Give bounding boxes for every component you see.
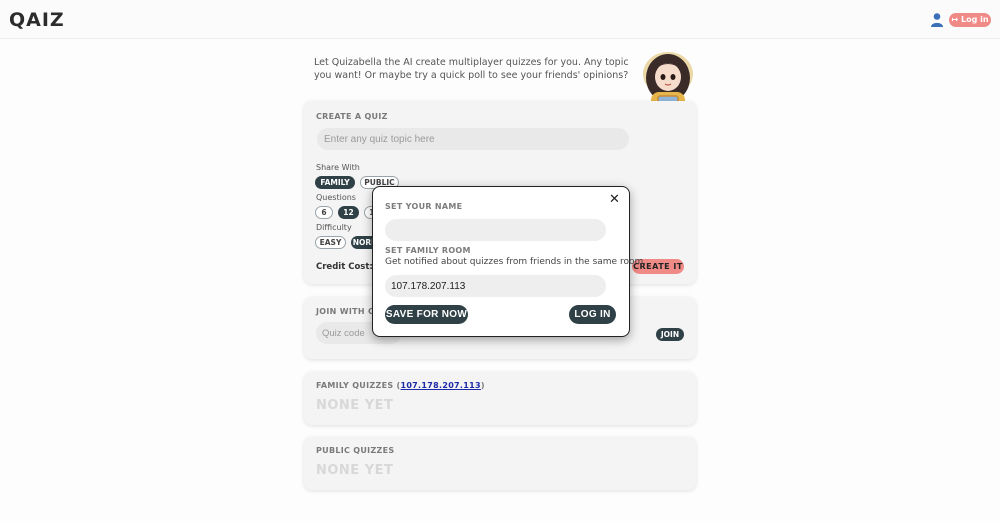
family-quizzes-card: FAMILY QUIZZES (107.178.207.113) NONE YE… <box>304 372 696 425</box>
app-logo[interactable]: QAIZ <box>9 9 65 31</box>
intro-text: Let Quizabella the AI create multiplayer… <box>314 57 629 81</box>
name-input[interactable] <box>385 219 606 241</box>
family-room-link[interactable]: 107.178.207.113 <box>400 381 480 390</box>
close-icon[interactable]: ✕ <box>609 192 620 207</box>
create-quiz-title: CREATE A QUIZ <box>316 112 388 121</box>
questions-label: Questions <box>316 193 356 202</box>
join-button[interactable]: JOIN <box>656 328 684 341</box>
questions-6-option[interactable]: 6 <box>315 206 333 219</box>
difficulty-easy-option[interactable]: EASY <box>315 236 346 249</box>
modal-login-button[interactable]: LOG IN <box>569 305 616 324</box>
set-name-title: SET YOUR NAME <box>385 202 463 211</box>
header-login-button[interactable]: ↦ Log in <box>949 13 991 27</box>
difficulty-label: Difficulty <box>316 223 352 232</box>
top-bar: QAIZ ↦ Log in <box>0 0 1000 39</box>
share-family-option[interactable]: FAMILY <box>315 176 355 189</box>
share-with-label: Share With <box>316 163 360 172</box>
public-quizzes-card: PUBLIC QUIZZES NONE YET <box>304 437 696 490</box>
family-quizzes-title-suffix: ) <box>480 381 485 390</box>
quiz-topic-input[interactable] <box>317 128 629 150</box>
save-for-now-button[interactable]: SAVE FOR NOW <box>385 305 468 324</box>
family-quizzes-title-prefix: FAMILY QUIZZES ( <box>316 381 401 390</box>
name-dialog: ✕ SET YOUR NAME SET FAMILY ROOM Get noti… <box>372 186 646 337</box>
family-quizzes-empty: NONE YET <box>316 398 394 413</box>
public-quizzes-empty: NONE YET <box>316 463 394 478</box>
family-room-input[interactable] <box>385 275 606 297</box>
credit-cost-label: Credit Cost: <box>316 262 373 272</box>
questions-12-option[interactable]: 12 <box>338 206 359 219</box>
family-room-description: Get notified about quizzes from friends … <box>385 257 647 267</box>
user-icon[interactable] <box>930 12 944 27</box>
set-family-room-title: SET FAMILY ROOM <box>385 246 471 255</box>
public-quizzes-title: PUBLIC QUIZZES <box>316 446 395 455</box>
family-quizzes-title: FAMILY QUIZZES (107.178.207.113) <box>316 381 485 390</box>
